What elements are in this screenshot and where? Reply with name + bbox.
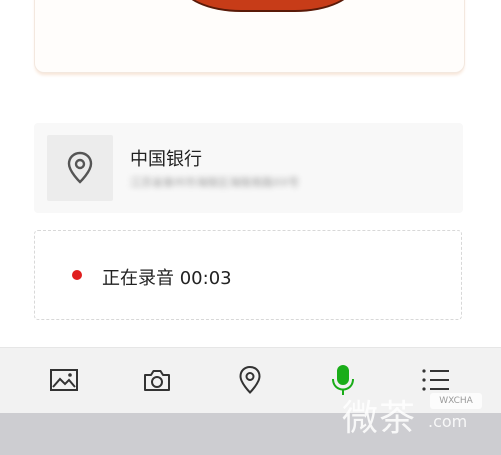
location-button[interactable] <box>230 360 270 400</box>
image-icon <box>50 369 78 391</box>
location-address: 江苏省泰州市海陵区海陵南路XX号 <box>130 177 300 189</box>
recording-card[interactable]: 正在录音 00:03 <box>34 230 462 320</box>
recording-status: 正在录音 00:03 <box>102 268 232 289</box>
watermark: 微茶 WXCHA .com <box>340 385 500 439</box>
location-title: 中国银行 <box>130 149 202 170</box>
recording-indicator-dot <box>72 270 82 280</box>
location-card[interactable]: 中国银行 江苏省泰州市海陵区海陵南路XX号 <box>34 123 463 213</box>
location-thumbnail <box>47 135 113 201</box>
camera-button[interactable] <box>137 360 177 400</box>
camera-icon <box>144 370 170 391</box>
image-preview-card[interactable] <box>34 0 465 73</box>
location-pin-icon <box>239 365 261 394</box>
watermark-url: .com <box>428 412 468 431</box>
insert-image-button[interactable] <box>44 360 84 400</box>
preview-image <box>181 0 355 12</box>
location-pin-icon <box>67 151 93 184</box>
watermark-badge: WXCHA <box>430 393 482 409</box>
watermark-text: 微茶 <box>342 398 417 439</box>
